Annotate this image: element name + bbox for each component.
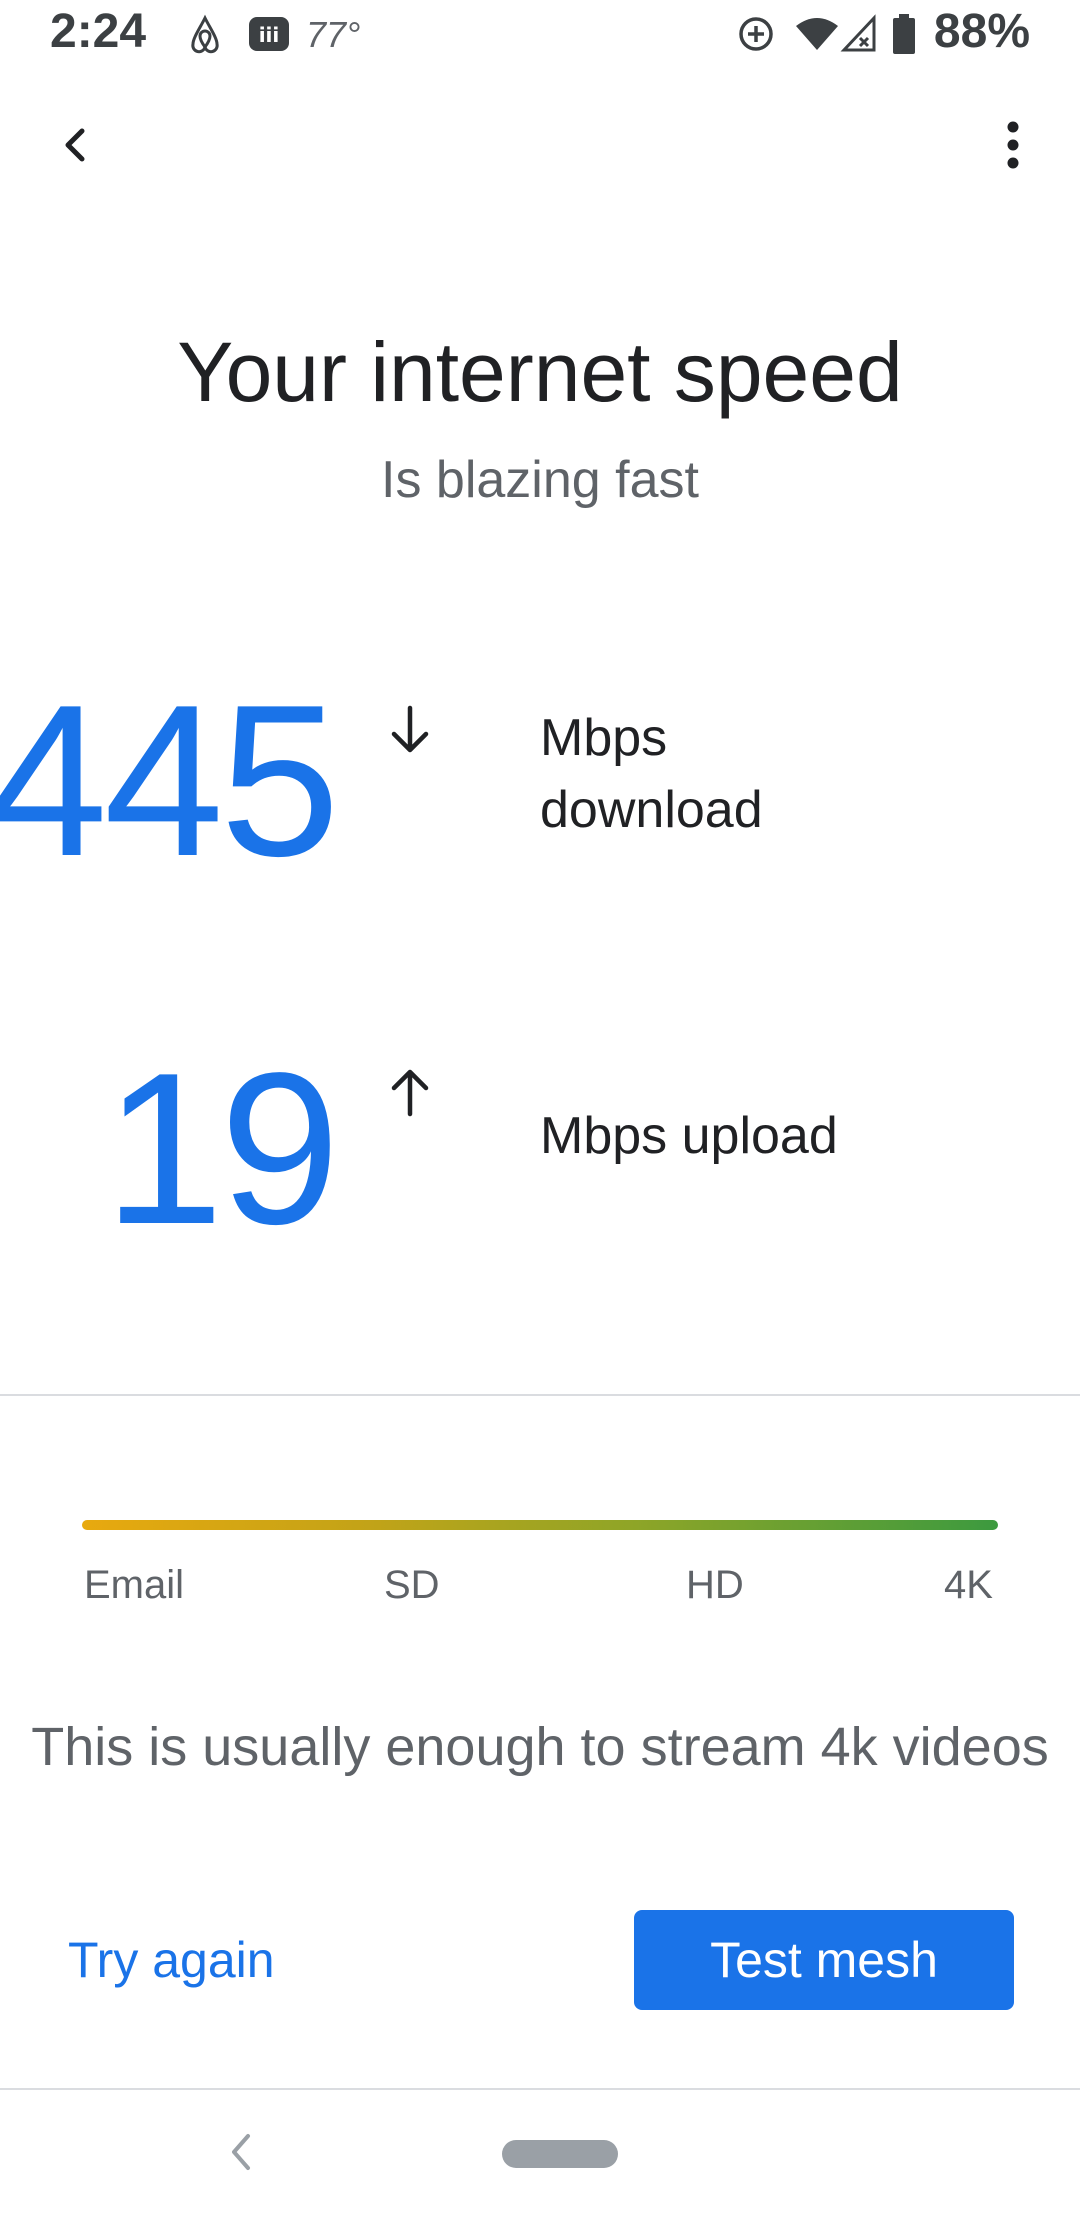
signal-icon [840,14,876,52]
scale-label-4k: 4K [944,1563,993,1607]
download-speed-value: 445 [0,659,340,901]
divider [0,1394,1080,1396]
download-unit-label: Mbps download [540,702,940,846]
status-time: 2:24 [50,5,147,58]
back-icon [65,128,85,162]
download-unit: Mbps [540,709,668,767]
scale-label-email: Email [84,1563,185,1607]
svg-text:iii: iii [259,23,280,47]
upload-speed-value: 19 [103,1027,340,1269]
back-button[interactable] [40,110,110,180]
status-temperature: 77° [306,14,361,55]
nav-back-icon[interactable] [220,2126,260,2178]
bottom-divider [0,2088,1080,2090]
more-vert-icon [1007,121,1019,169]
news-icon: iii [249,17,289,51]
try-again-button[interactable]: Try again [50,1910,293,2010]
test-mesh-button[interactable]: Test mesh [634,1910,1014,2010]
quality-scale-bar [82,1520,998,1530]
arrow-up-icon [391,1069,429,1117]
status-battery: 88% [933,5,1030,58]
home-pill-icon[interactable] [502,2140,618,2168]
page-title: Your internet speed [177,325,903,419]
scale-label-hd: HD [686,1563,744,1607]
wifi-icon [796,18,838,50]
speed-verdict: Is blazing fast [381,451,699,509]
upload-unit-label: Mbps upload [540,1107,838,1165]
battery-icon [893,14,915,54]
scale-label-sd: SD [384,1563,440,1607]
download-caption: download [540,781,763,839]
airbnb-icon [191,14,219,54]
arrow-down-icon [391,705,429,753]
more-options-button[interactable] [978,110,1048,180]
capability-message: This is usually enough to stream 4k vide… [31,1717,1049,1777]
data-saver-icon [739,17,773,51]
